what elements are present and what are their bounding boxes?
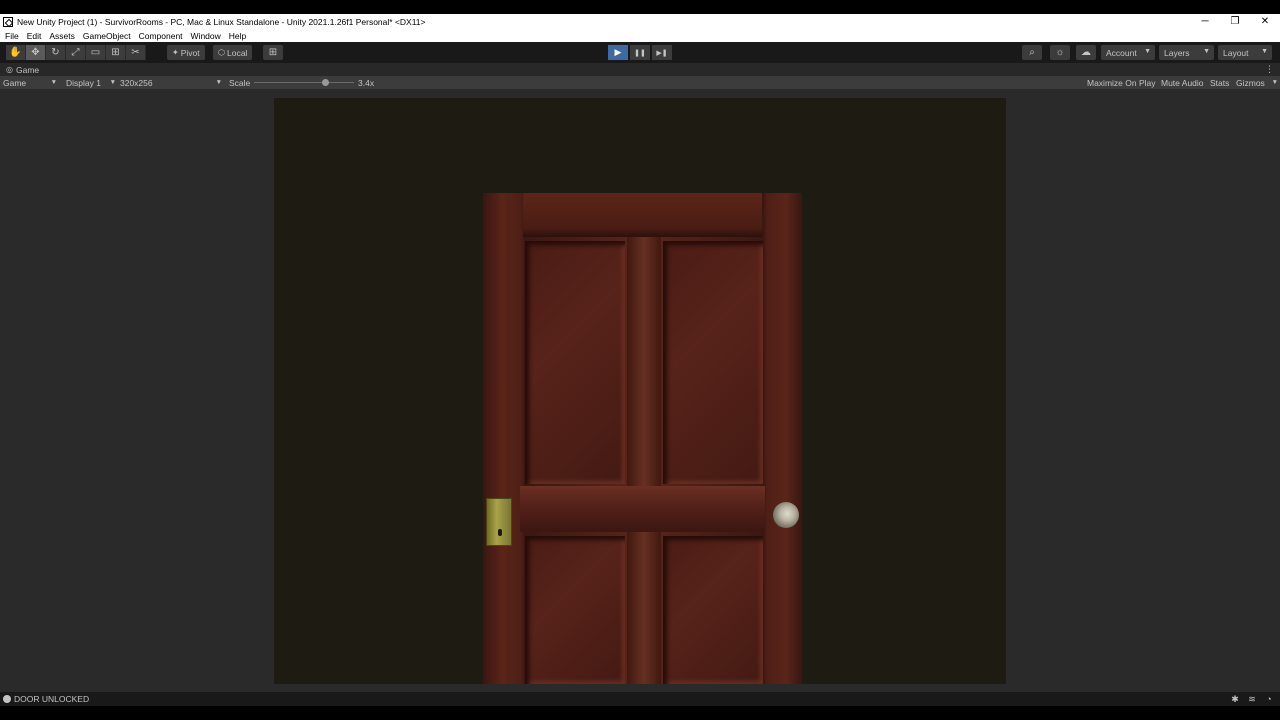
layers-label: Layers — [1164, 47, 1190, 58]
scale-slider-thumb[interactable] — [321, 79, 329, 86]
letterbox-bottom — [0, 706, 1280, 720]
local-toggle[interactable]: ⬡ Local — [213, 45, 253, 60]
door-knob[interactable] — [773, 502, 799, 528]
close-button[interactable]: ✕ — [1250, 14, 1280, 29]
transform-tool-icon[interactable]: ⊞ — [106, 45, 126, 60]
chevron-down-icon: ▼ — [50, 79, 57, 86]
grid-snap-icon[interactable]: ⊞ — [263, 45, 283, 60]
scale-label: Scale — [229, 77, 251, 88]
menu-file[interactable]: File — [5, 31, 19, 41]
chevron-down-icon: ▼ — [1271, 79, 1278, 86]
display-label: Display 1 — [66, 77, 101, 88]
gizmos-dropdown[interactable]: Gizmos ▼ — [1236, 76, 1278, 89]
game-view[interactable] — [0, 89, 1280, 692]
info-icon — [3, 695, 11, 703]
mute-audio-toggle[interactable]: Mute Audio — [1161, 76, 1204, 89]
resolution-label: 320x256 — [120, 77, 153, 88]
unity-logo-icon — [3, 16, 13, 27]
letterbox-top — [0, 0, 1280, 14]
chevron-down-icon: ▼ — [1144, 48, 1151, 55]
menu-window[interactable]: Window — [191, 31, 221, 41]
door-lock-plate — [486, 498, 512, 546]
move-tool-icon[interactable]: ✥ — [26, 45, 46, 60]
menu-help[interactable]: Help — [229, 31, 246, 41]
menu-assets[interactable]: Assets — [49, 31, 75, 41]
menu-component[interactable]: Component — [139, 31, 183, 41]
minimize-button[interactable]: ─ — [1190, 14, 1220, 29]
maximize-on-play-toggle[interactable]: Maximize On Play — [1087, 76, 1156, 89]
door-top-rail — [523, 193, 762, 237]
search-icon[interactable]: ⌕ — [1022, 45, 1042, 60]
door-panel-lower-left — [525, 536, 625, 684]
rect-tool-icon[interactable]: ▭ — [86, 45, 106, 60]
scale-value: 3.4x — [358, 77, 375, 88]
door-lower-mullion — [627, 532, 661, 684]
door-sprite[interactable] — [483, 193, 802, 684]
cloud-icon[interactable]: ☁ — [1076, 45, 1096, 60]
main-toolbar: ✋ ✥ ↻ ⤢ ▭ ⊞ ✂ ✦ Pivot ⬡ Local ⊞ ▶ ❚❚ ▶❚ … — [0, 42, 1280, 63]
menu-gameobject[interactable]: GameObject — [83, 31, 131, 41]
play-controls: ▶ ❚❚ ▶❚ — [608, 45, 674, 60]
progress-icon[interactable]: ◔ — [1262, 694, 1276, 704]
chevron-down-icon: ▼ — [1261, 48, 1268, 55]
restore-button[interactable]: ❐ — [1220, 14, 1250, 29]
resolution-dropdown[interactable]: 320x256 ▼ — [120, 76, 222, 89]
layers-stack-icon[interactable]: ≋ — [1245, 694, 1259, 704]
chevron-down-icon: ▼ — [109, 79, 116, 86]
rotate-tool-icon[interactable]: ↻ — [46, 45, 66, 60]
local-label: Local — [226, 47, 248, 58]
custom-tool-icon[interactable]: ✂ — [126, 45, 146, 60]
door-panel-upper-right — [663, 241, 763, 484]
window-controls: ─ ❐ ✕ — [1190, 14, 1280, 29]
account-label: Account — [1106, 47, 1137, 58]
local-icon: ⬡ — [218, 48, 225, 57]
layers-dropdown[interactable]: Layers ▼ — [1159, 45, 1214, 60]
chevron-down-icon: ▼ — [1203, 48, 1210, 55]
game-control-bar: Game ▼ Display 1 ▼ 320x256 ▼ Scale 3.4x … — [0, 76, 1280, 89]
tab-game[interactable]: ◎ Game — [0, 63, 39, 76]
play-button[interactable]: ▶ — [608, 45, 628, 60]
tab-menu-icon[interactable]: ⋮ — [1265, 64, 1274, 75]
chevron-down-icon: ▼ — [215, 79, 222, 86]
step-button[interactable]: ▶❚ — [652, 45, 672, 60]
hand-tool-icon[interactable]: ✋ — [6, 45, 26, 60]
pause-button[interactable]: ❚❚ — [630, 45, 650, 60]
tab-game-label: Game — [15, 64, 40, 75]
gizmos-label: Gizmos — [1236, 77, 1265, 88]
transform-tools: ✋ ✥ ↻ ⤢ ▭ ⊞ ✂ — [6, 45, 146, 60]
menu-bar: File Edit Assets GameObject Component Wi… — [0, 29, 1280, 42]
menu-edit[interactable]: Edit — [27, 31, 42, 41]
game-tab-strip: ◎ Game ⋮ — [0, 63, 1280, 76]
layout-dropdown[interactable]: Layout ▼ — [1218, 45, 1272, 60]
scale-tool-icon[interactable]: ⤢ — [66, 45, 86, 60]
collab-icon[interactable]: ☼ — [1050, 45, 1070, 60]
scale-slider-track[interactable] — [254, 82, 354, 83]
door-upper-mullion — [627, 237, 661, 486]
door-panel-upper-left — [525, 241, 625, 484]
account-dropdown[interactable]: Account ▼ — [1101, 45, 1155, 60]
debug-icon[interactable]: ✱ — [1228, 694, 1242, 704]
game-mode-label: Game — [3, 77, 27, 88]
door-panel-lower-right — [663, 536, 763, 684]
window-title: New Unity Project (1) - SurvivorRooms - … — [17, 16, 426, 27]
pivot-label: Pivot — [180, 47, 200, 58]
game-render-canvas[interactable] — [274, 98, 1006, 684]
status-bar: DOOR UNLOCKED ✱ ≋ ◔ — [0, 692, 1280, 706]
door-middle-rail — [520, 486, 765, 532]
pivot-toggle[interactable]: ✦ Pivot — [167, 45, 205, 60]
console-message[interactable]: DOOR UNLOCKED — [14, 694, 89, 704]
pivot-icon: ✦ — [172, 48, 179, 57]
stats-toggle[interactable]: Stats — [1210, 76, 1229, 89]
game-mode-dropdown[interactable]: Game ▼ — [3, 76, 59, 89]
gamepad-icon: ◎ — [6, 65, 13, 74]
display-dropdown[interactable]: Display 1 ▼ — [66, 76, 116, 89]
layout-label: Layout — [1223, 47, 1249, 58]
window-title-bar: New Unity Project (1) - SurvivorRooms - … — [0, 14, 1280, 29]
status-icons: ✱ ≋ ◔ — [1225, 694, 1276, 704]
